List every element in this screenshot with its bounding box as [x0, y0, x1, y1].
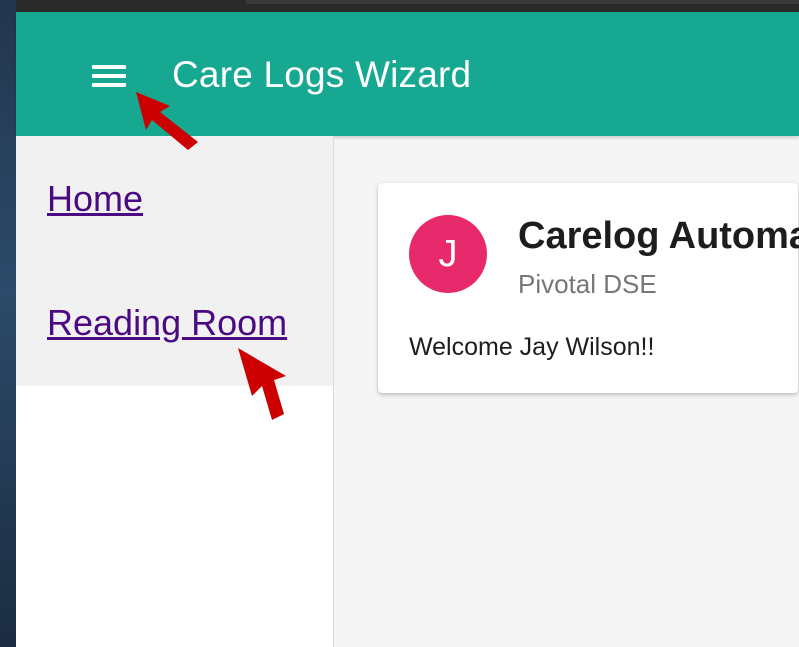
menu-button[interactable] — [84, 56, 134, 96]
sidenav-item-home[interactable]: Home — [47, 178, 143, 220]
side-navigation: Home Reading Room — [16, 136, 334, 647]
sidenav-list: Home Reading Room — [16, 136, 333, 386]
sidenav-item-reading-room[interactable]: Reading Room — [47, 302, 287, 344]
app-window: Care Logs Wizard Home Reading Room — [16, 12, 799, 647]
window-tab-strip — [246, 0, 799, 4]
window-chrome — [16, 0, 799, 12]
app-title: Care Logs Wizard — [172, 54, 472, 95]
app-toolbar: Care Logs Wizard — [16, 12, 799, 136]
desktop-background — [0, 0, 16, 647]
